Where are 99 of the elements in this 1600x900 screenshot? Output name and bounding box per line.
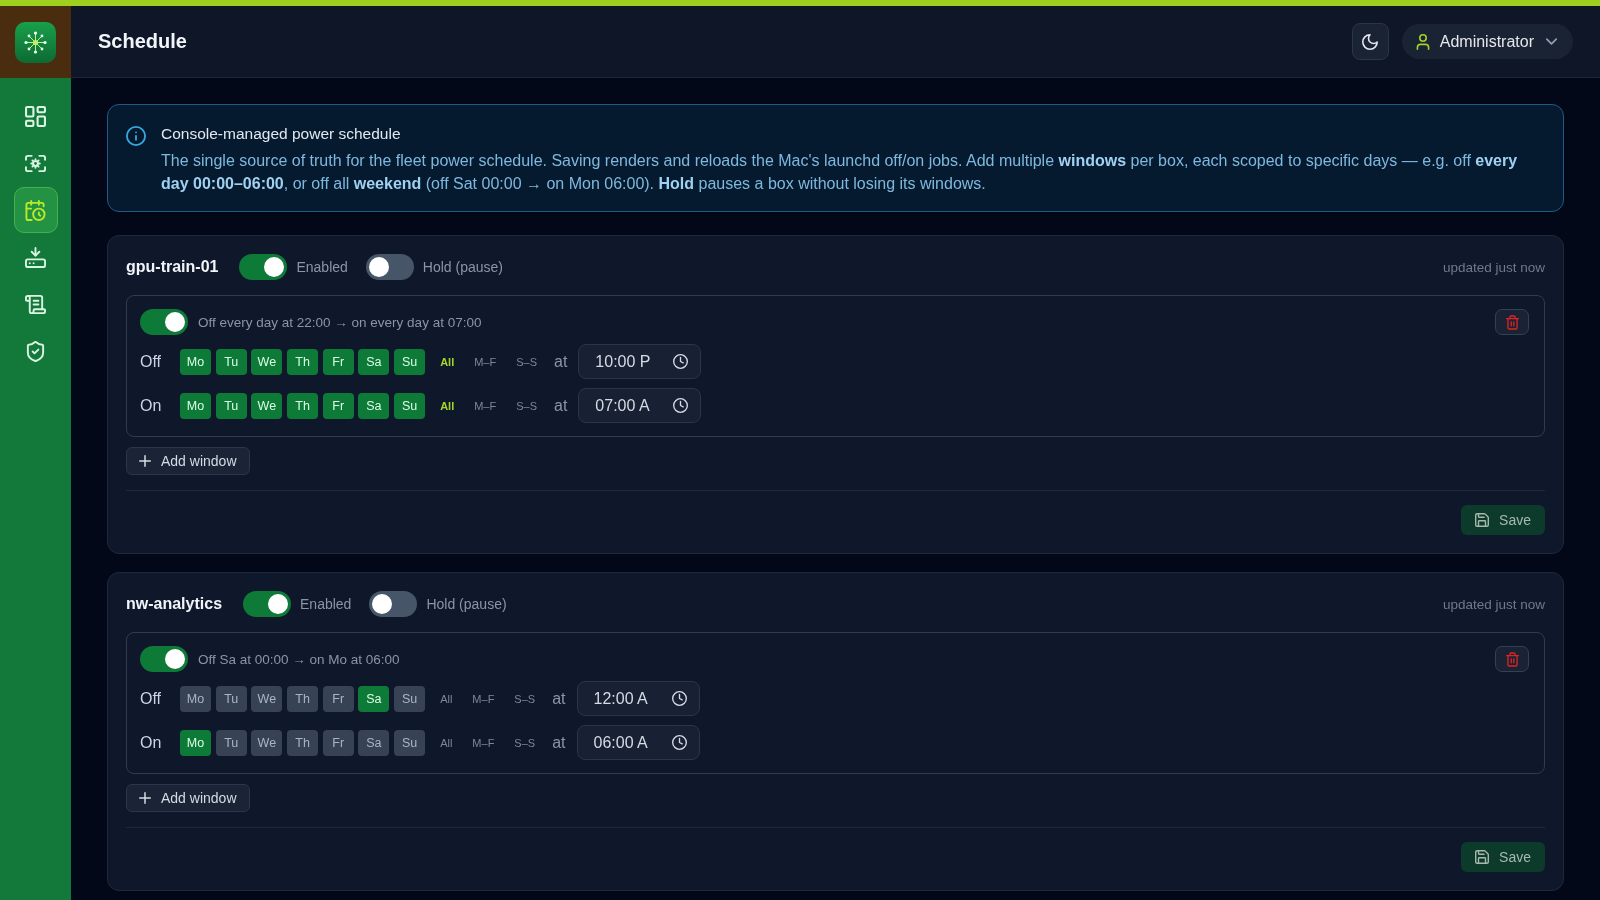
toggle-switch[interactable]	[239, 254, 288, 280]
toggle-switch[interactable]	[140, 309, 188, 335]
toggle-switch[interactable]	[140, 646, 188, 672]
machine-name: nw-analytics	[126, 595, 223, 613]
window-summary: Off Sa at 00:00 → on Mo at 06:00	[198, 651, 400, 667]
trash-icon	[1505, 314, 1519, 330]
at-label: at	[554, 352, 568, 371]
rule-label: Off	[140, 352, 163, 371]
clock-icon	[671, 735, 687, 750]
user-menu-button[interactable]: Administrator	[1401, 24, 1573, 59]
info-icon	[126, 126, 146, 146]
moon-icon	[1362, 33, 1379, 50]
scroll-icon	[25, 293, 46, 315]
updated-text: updated just now	[1442, 259, 1545, 275]
plus-icon	[139, 792, 151, 804]
screen-gear-icon	[25, 152, 46, 174]
day-toggle[interactable]: Sa	[358, 729, 390, 756]
day-preset[interactable]: All	[439, 690, 454, 707]
time-field[interactable]: 06:00 A	[576, 725, 700, 760]
shield-check-icon	[25, 340, 46, 362]
toggle-switch[interactable]	[369, 591, 418, 617]
toggle-switch[interactable]	[243, 591, 292, 617]
clock-icon	[673, 398, 689, 413]
save-button[interactable]: Save	[1461, 842, 1545, 872]
day-toggle[interactable]: Th	[287, 348, 319, 375]
day-preset[interactable]: S–S	[515, 397, 538, 414]
day-toggle[interactable]: Tu	[215, 392, 247, 419]
day-toggle[interactable]: Mo	[180, 348, 211, 375]
updated-text: updated just now	[1442, 596, 1545, 612]
day-preset[interactable]: M–F	[473, 397, 498, 414]
day-preset[interactable]: M–F	[473, 353, 498, 370]
day-toggle[interactable]: We	[251, 685, 283, 712]
time-field[interactable]: 10:00 P	[578, 344, 702, 379]
time-field[interactable]: 07:00 A	[578, 388, 702, 423]
trash-icon	[1505, 651, 1519, 667]
download-tray-icon	[25, 246, 46, 268]
rule-label: On	[140, 396, 163, 415]
day-toggle[interactable]: Sa	[358, 348, 390, 375]
day-toggle[interactable]: Fr	[322, 348, 354, 375]
calendar-clock-icon	[25, 199, 46, 221]
delete-button[interactable]	[1495, 646, 1529, 672]
add-window-button[interactable]: Add window	[126, 784, 250, 812]
sidebar-item[interactable]	[13, 187, 58, 233]
theme-toggle-button[interactable]	[1351, 23, 1389, 60]
day-toggle[interactable]: Th	[287, 392, 319, 419]
day-toggle[interactable]: We	[251, 348, 283, 375]
day-toggle[interactable]: Tu	[215, 348, 247, 375]
day-toggle[interactable]: Mo	[180, 685, 211, 712]
day-toggle[interactable]: Tu	[215, 685, 247, 712]
day-toggle[interactable]: Th	[287, 729, 319, 756]
day-preset[interactable]: S–S	[513, 734, 537, 751]
day-toggle[interactable]: We	[251, 392, 283, 419]
toggle-label: Enabled	[296, 259, 348, 275]
toggle-label: Hold (pause)	[426, 596, 507, 612]
clock-icon	[673, 354, 689, 369]
plus-icon	[139, 455, 151, 467]
save-button[interactable]: Save	[1461, 505, 1545, 535]
day-preset[interactable]: S–S	[515, 353, 538, 370]
time-field[interactable]: 12:00 A	[576, 681, 700, 716]
day-preset[interactable]: All	[439, 397, 456, 414]
user-icon	[1415, 33, 1430, 50]
at-label: at	[554, 396, 568, 415]
toggle-switch[interactable]	[365, 254, 414, 280]
chevron-down-icon	[1546, 38, 1557, 45]
day-toggle[interactable]: Fr	[322, 729, 354, 756]
banner-title: Console-managed power schedule	[161, 124, 402, 144]
toggle-label: Enabled	[300, 596, 352, 612]
day-toggle[interactable]: Sa	[358, 392, 390, 419]
machine-name: gpu-train-01	[126, 258, 219, 276]
day-toggle[interactable]: Su	[394, 729, 426, 756]
day-preset[interactable]: S–S	[513, 690, 537, 707]
day-toggle[interactable]: Tu	[215, 729, 247, 756]
page-title: Schedule	[98, 30, 187, 53]
toggle-label: Hold (pause)	[422, 259, 503, 275]
day-toggle[interactable]: Fr	[322, 392, 354, 419]
day-preset[interactable]: M–F	[471, 734, 496, 751]
day-preset[interactable]: M–F	[471, 690, 496, 707]
day-toggle[interactable]: Su	[394, 348, 426, 375]
network-logo-icon	[15, 21, 56, 63]
day-toggle[interactable]: Mo	[180, 729, 211, 756]
at-label: at	[552, 733, 566, 752]
day-toggle[interactable]: Th	[287, 685, 319, 712]
delete-button[interactable]	[1495, 309, 1529, 335]
day-preset[interactable]: All	[439, 734, 454, 751]
add-window-button[interactable]: Add window	[126, 447, 250, 475]
rule-label: On	[140, 733, 163, 752]
day-preset[interactable]: All	[439, 353, 456, 370]
day-toggle[interactable]: Sa	[358, 685, 390, 712]
day-toggle[interactable]: Su	[394, 392, 426, 419]
clock-icon	[671, 691, 687, 706]
dashboard-grid-icon	[25, 105, 46, 127]
banner-text: The single source of truth for the fleet power schedule. Saving renders and reloads the Mac's launchd off/on jobs. Add multiple windows per box, each scoped to specific days — e.g. off every day 00:00–06:00, or off all weekend (off Sat 00:00 → on Mon 06:00). Hold pauses a box without losing its windows.	[161, 151, 1519, 194]
at-label: at	[552, 689, 566, 708]
rule-label: Off	[140, 689, 163, 708]
window-summary: Off every day at 22:00 → on every day at 07:00	[198, 314, 482, 330]
day-toggle[interactable]: We	[251, 729, 283, 756]
day-toggle[interactable]: Su	[394, 685, 426, 712]
day-toggle[interactable]: Fr	[322, 685, 354, 712]
day-toggle[interactable]: Mo	[180, 392, 211, 419]
